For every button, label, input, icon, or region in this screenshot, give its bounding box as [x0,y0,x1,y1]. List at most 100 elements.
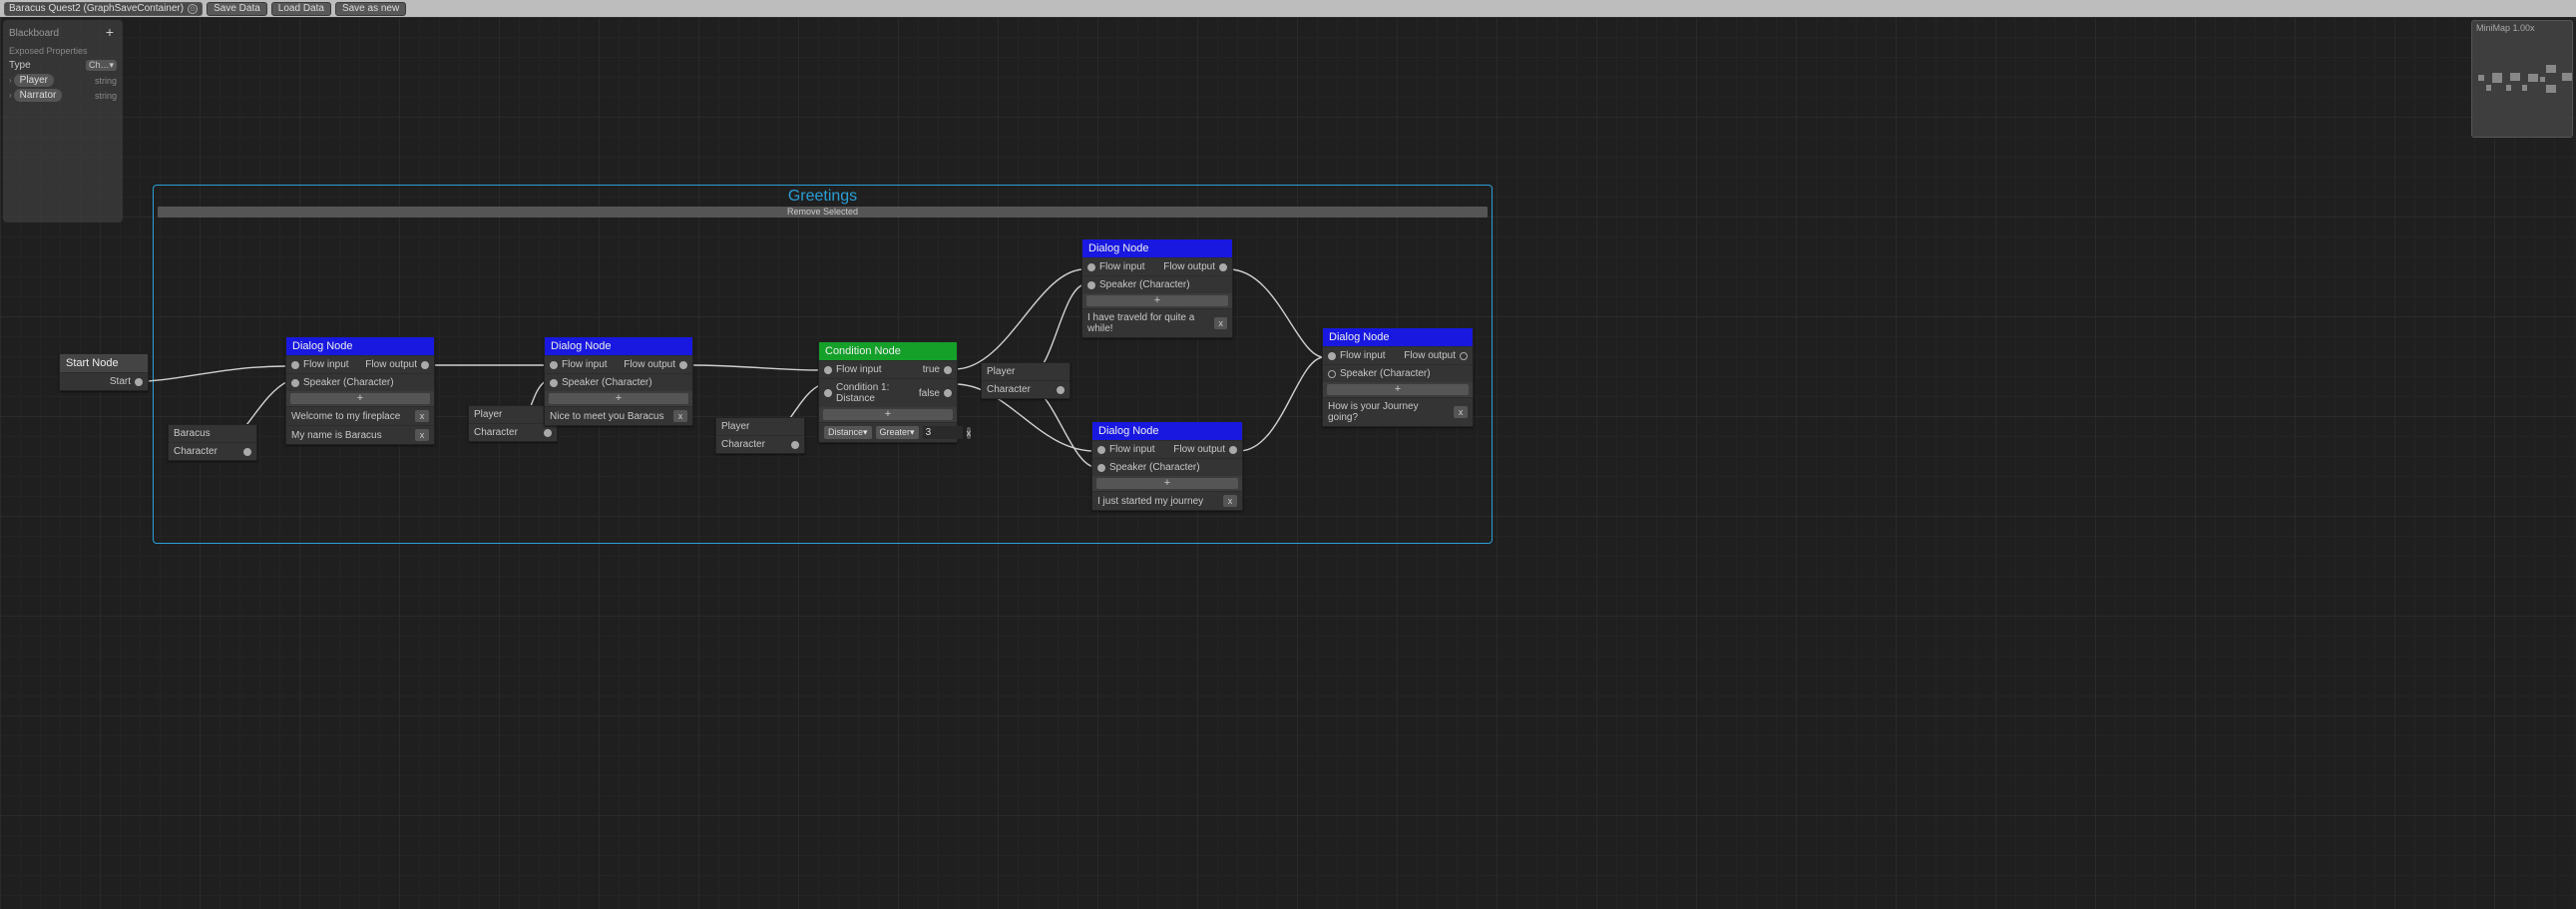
remove-line-button[interactable]: x [415,410,429,422]
port-label-false: false [919,388,940,399]
port-label: Flow input [303,359,349,370]
group-remove-button[interactable]: Remove Selected [158,207,1488,218]
remove-line-button[interactable]: x [1454,406,1468,418]
input-port-flow[interactable] [1087,263,1095,271]
output-port-flow[interactable] [1460,352,1468,360]
node-title: Condition Node [819,342,957,360]
output-port[interactable] [135,378,143,386]
input-port-speaker[interactable] [291,379,299,387]
node-title: Start Node [60,354,148,372]
input-port-speaker[interactable] [550,379,558,387]
character-token-generic[interactable]: Player Character [981,362,1071,399]
port-label: Flow input [1109,444,1155,455]
dialog-node-3[interactable]: Dialog Node Flow inputFlow output Speake… [1081,238,1233,338]
dialog-line[interactable]: Nice to meet you Baracus [550,411,664,422]
graph-canvas[interactable]: Blackboard + Exposed Properties Type Ch…… [0,17,2576,909]
bb-prop-name[interactable]: Player [14,74,54,87]
blackboard-row[interactable]: ›Narrator string [7,88,119,103]
input-port-speaker[interactable] [1097,464,1105,472]
blackboard-col-type: Type [9,60,31,71]
asset-picker-icon[interactable]: ⊙ [188,4,198,14]
port-label: Flow output [1404,350,1456,361]
remove-line-button[interactable]: x [1223,495,1237,507]
blackboard-type-dropdown[interactable]: Ch…▾ [86,60,117,71]
input-port-flow[interactable] [1097,446,1105,454]
character-token-player-2[interactable]: Player Character [715,417,805,454]
input-port-condition[interactable] [824,389,832,397]
add-condition-button[interactable]: + [823,409,953,420]
port-label: Speaker (Character) [1099,279,1190,290]
output-port-flow[interactable] [421,361,429,369]
token-sub: Character [721,439,787,450]
dialog-line[interactable]: My name is Baracus [291,430,382,441]
input-port-speaker[interactable] [1087,281,1095,289]
output-port-flow[interactable] [679,361,687,369]
condition-type-dropdown[interactable]: Distance▾ [824,426,872,439]
blackboard-add-button[interactable]: + [103,26,117,40]
output-port-flow[interactable] [1219,263,1227,271]
remove-condition-button[interactable]: x [967,427,972,439]
token-label: Player [474,409,502,420]
port-label: Start [65,376,131,387]
load-button[interactable]: Load Data [271,2,331,16]
input-port-flow[interactable] [291,361,299,369]
condition-node[interactable]: Condition Node Flow inputtrue Condition … [818,341,958,443]
output-port[interactable] [791,441,799,449]
condition-op-dropdown[interactable]: Greater▾ [876,426,919,439]
start-node[interactable]: Start Node Start [59,353,149,391]
group-title[interactable]: Greetings [154,186,1492,207]
dialog-line[interactable]: Welcome to my fireplace [291,411,400,422]
save-button[interactable]: Save Data [207,2,267,16]
dialog-line[interactable]: How is your Journey going? [1328,401,1450,423]
node-title: Dialog Node [545,337,692,355]
remove-line-button[interactable]: x [1214,317,1227,329]
asset-field[interactable]: Baracus Quest2 (GraphSaveContainer) ⊙ [4,2,203,16]
remove-line-button[interactable]: x [415,429,429,441]
output-port-flow[interactable] [1229,446,1237,454]
input-port-speaker[interactable] [1328,370,1336,378]
port-label: Speaker (Character) [1109,462,1200,473]
dialog-line[interactable]: I just started my journey [1097,496,1203,507]
output-port-false[interactable] [944,389,952,397]
condition-value-field[interactable] [923,426,963,439]
token-sub: Character [474,427,540,438]
minimap-viewport[interactable] [2474,37,2570,135]
blackboard-title: Blackboard [9,28,59,39]
remove-line-button[interactable]: x [673,410,687,422]
bb-prop-name[interactable]: Narrator [14,89,63,102]
node-title: Dialog Node [1323,328,1473,346]
blackboard-subtitle: Exposed Properties [7,44,119,58]
token-sub: Character [987,384,1053,395]
add-line-button[interactable]: + [1096,478,1238,489]
dialog-node-2[interactable]: Dialog Node Flow inputFlow output Speake… [544,336,693,426]
output-port[interactable] [1057,386,1065,394]
dialog-node-1[interactable]: Dialog Node Flow inputFlow output Speake… [285,336,435,445]
chevron-right-icon: › [9,91,12,100]
port-label: Flow output [1173,444,1225,455]
output-port[interactable] [243,448,251,456]
blackboard-row[interactable]: ›Player string [7,73,119,88]
minimap-title: MiniMap 1.00x [2472,21,2572,35]
minimap-panel[interactable]: MiniMap 1.00x [2471,20,2573,138]
node-title: Dialog Node [1092,422,1242,440]
token-label: Baracus [174,428,211,439]
blackboard-panel[interactable]: Blackboard + Exposed Properties Type Ch…… [3,20,123,223]
dialog-node-4[interactable]: Dialog Node Flow input Flow output Speake… [1091,421,1243,511]
port-label: Flow output [365,359,417,370]
character-token-baracus[interactable]: Baracus Character [168,424,257,461]
port-label: Speaker (Character) [1340,368,1431,379]
add-line-button[interactable]: + [549,393,688,404]
output-port[interactable] [544,429,552,437]
add-line-button[interactable]: + [1327,384,1469,395]
output-port-true[interactable] [944,366,952,374]
save-as-button[interactable]: Save as new [335,2,406,16]
dialog-node-5[interactable]: Dialog Node Flow inputFlow output Speake… [1322,327,1474,427]
dialog-line[interactable]: I have traveld for quite a while! [1087,312,1210,334]
port-label: Speaker (Character) [562,377,652,388]
input-port-flow[interactable] [824,366,832,374]
input-port-flow[interactable] [1328,352,1336,360]
add-line-button[interactable]: + [290,393,430,404]
add-line-button[interactable]: + [1086,295,1228,306]
token-label: Player [987,366,1015,377]
input-port-flow[interactable] [550,361,558,369]
